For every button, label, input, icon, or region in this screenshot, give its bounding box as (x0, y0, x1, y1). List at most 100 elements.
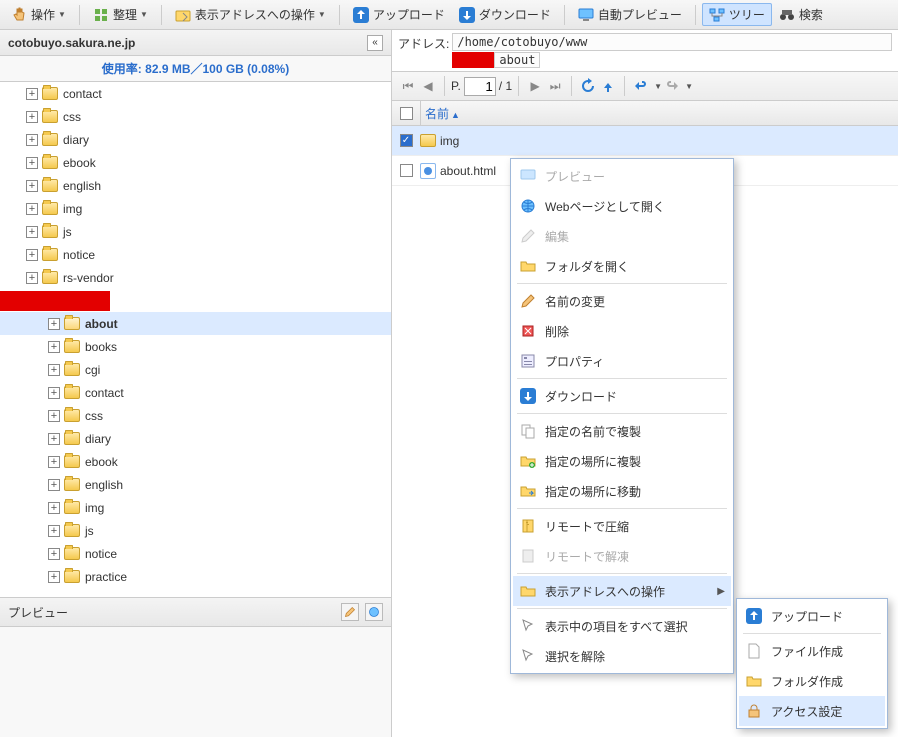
ctx-download[interactable]: ダウンロード (513, 381, 731, 411)
edit-preview-button[interactable] (341, 603, 359, 621)
tree-item-notice[interactable]: +notice (0, 243, 391, 266)
preview-header: プレビュー (0, 597, 391, 627)
tree-item-ebook[interactable]: +ebook (0, 151, 391, 174)
expand-icon[interactable]: + (48, 364, 60, 376)
tree-item-contact[interactable]: +contact (0, 381, 391, 404)
tree-item-about[interactable]: +about (0, 312, 391, 335)
expand-icon[interactable]: + (48, 456, 60, 468)
first-page-button[interactable]: ⏮ (399, 77, 417, 95)
unzip-icon (519, 547, 537, 565)
page-input[interactable] (464, 77, 496, 96)
ctx-dup-place[interactable]: 指定の場所に複製 (513, 446, 731, 476)
submenu-arrow-icon: ▶ (717, 586, 725, 597)
sub-file-create[interactable]: ファイル作成 (739, 636, 885, 666)
expand-icon[interactable]: + (48, 387, 60, 399)
expand-icon[interactable]: + (48, 571, 60, 583)
list-row-img[interactable]: img (392, 126, 898, 156)
ctx-rename[interactable]: 名前の変更 (513, 286, 731, 316)
expand-icon[interactable]: + (48, 433, 60, 445)
folder-icon (64, 409, 80, 422)
prev-page-button[interactable]: ◀ (419, 77, 437, 95)
main-toolbar: 操作▼ 整理▼ 表示アドレスへの操作▼ アップロード ダウンロード 自動プレビュ… (0, 0, 898, 30)
tree-item-label: cgi (85, 363, 100, 377)
tree-item-label: english (63, 179, 101, 193)
ctx-open-folder[interactable]: フォルダを開く (513, 251, 731, 281)
sub-access[interactable]: アクセス設定 (739, 696, 885, 726)
organize-button[interactable]: 整理▼ (86, 3, 155, 26)
sort-asc-icon: ▲ (451, 110, 460, 120)
expand-icon[interactable]: + (48, 318, 60, 330)
sub-upload[interactable]: アップロード (739, 601, 885, 631)
expand-icon[interactable]: + (48, 410, 60, 422)
expand-icon[interactable]: + (26, 249, 38, 261)
ctx-decompress[interactable]: リモートで解凍 (513, 541, 731, 571)
ctx-move-place[interactable]: 指定の場所に移動 (513, 476, 731, 506)
tree-item-diary[interactable]: +diary (0, 427, 391, 450)
expand-icon[interactable]: + (26, 203, 38, 215)
tree-item-diary[interactable]: +diary (0, 128, 391, 151)
auto-preview-button[interactable]: 自動プレビュー (571, 3, 689, 26)
address-path[interactable]: /home/cotobuyo/www (452, 33, 892, 51)
tree-item-english[interactable]: + english (0, 174, 391, 197)
expand-icon[interactable]: + (26, 157, 38, 169)
ctx-property[interactable]: プロパティ (513, 346, 731, 376)
tree-item-label: ebook (85, 455, 118, 469)
expand-icon[interactable]: + (26, 88, 38, 100)
tree-item-ebook[interactable]: + ebook (0, 450, 391, 473)
row-checkbox[interactable] (400, 134, 413, 147)
sub-folder-create[interactable]: フォルダ作成 (739, 666, 885, 696)
expand-icon[interactable]: + (26, 272, 38, 284)
ctx-compress[interactable]: リモートで圧縮 (513, 511, 731, 541)
select-all-checkbox[interactable] (400, 107, 413, 120)
tree-item-img[interactable]: +img (0, 496, 391, 519)
globe-preview-button[interactable] (365, 603, 383, 621)
ctx-select-all[interactable]: 表示中の項目をすべて選択 (513, 611, 731, 641)
ctx-display-addr-op[interactable]: 表示アドレスへの操作▶ (513, 576, 731, 606)
expand-icon[interactable]: + (48, 502, 60, 514)
operate-button[interactable]: 操作▼ (4, 3, 73, 26)
upload-button[interactable]: アップロード (346, 3, 452, 26)
tree-item-css[interactable]: +css (0, 404, 391, 427)
next-page-button[interactable]: ▶ (526, 77, 544, 95)
folder-tree[interactable]: +contact+css+diary+ebook+english+img+js+… (0, 82, 391, 597)
tree-item-js[interactable]: +js (0, 220, 391, 243)
address-bar: アドレス: /home/cotobuyo/www about (392, 30, 898, 71)
tree-item-english[interactable]: +english (0, 473, 391, 496)
tree-item-books[interactable]: +books (0, 335, 391, 358)
tree-item-notice[interactable]: +notice (0, 542, 391, 565)
tree-item-img[interactable]: +img (0, 197, 391, 220)
ctx-edit[interactable]: 編集 (513, 221, 731, 251)
expand-icon[interactable]: + (26, 180, 38, 192)
ctx-dup-name[interactable]: 指定の名前で複製 (513, 416, 731, 446)
search-button[interactable]: 検索 (772, 3, 830, 26)
ctx-deselect[interactable]: 選択を解除 (513, 641, 731, 671)
expand-icon[interactable]: + (48, 479, 60, 491)
ctx-preview[interactable]: プレビュー (513, 161, 731, 191)
download-button[interactable]: ダウンロード (452, 3, 558, 26)
tree-item-contact[interactable]: +contact (0, 82, 391, 105)
expand-icon[interactable]: + (48, 525, 60, 537)
last-page-button[interactable]: ⏭ (546, 77, 564, 95)
expand-icon[interactable]: + (26, 134, 38, 146)
refresh-button[interactable] (579, 77, 597, 95)
tree-item-js[interactable]: +js (0, 519, 391, 542)
tree-item-css[interactable]: +css (0, 105, 391, 128)
tree-item-cgi[interactable]: + cgi (0, 358, 391, 381)
expand-icon[interactable]: + (48, 341, 60, 353)
expand-icon[interactable]: + (26, 111, 38, 123)
address-sub[interactable]: about (494, 52, 540, 68)
tree-item-practice[interactable]: +practice (0, 565, 391, 588)
undo-button[interactable] (632, 77, 650, 95)
tree-button[interactable]: ツリー (702, 3, 772, 26)
ctx-delete[interactable]: 削除 (513, 316, 731, 346)
up-button[interactable] (599, 77, 617, 95)
collapse-button[interactable]: « (367, 35, 383, 51)
display-address-op-button[interactable]: 表示アドレスへの操作▼ (168, 3, 333, 26)
name-column-header[interactable]: 名前▲ (421, 105, 898, 122)
row-checkbox[interactable] (400, 164, 413, 177)
redo-button[interactable] (663, 77, 681, 95)
ctx-open-web[interactable]: Webページとして開く (513, 191, 731, 221)
expand-icon[interactable]: + (26, 226, 38, 238)
expand-icon[interactable]: + (48, 548, 60, 560)
tree-item-rs-vendor[interactable]: +rs-vendor (0, 266, 391, 289)
